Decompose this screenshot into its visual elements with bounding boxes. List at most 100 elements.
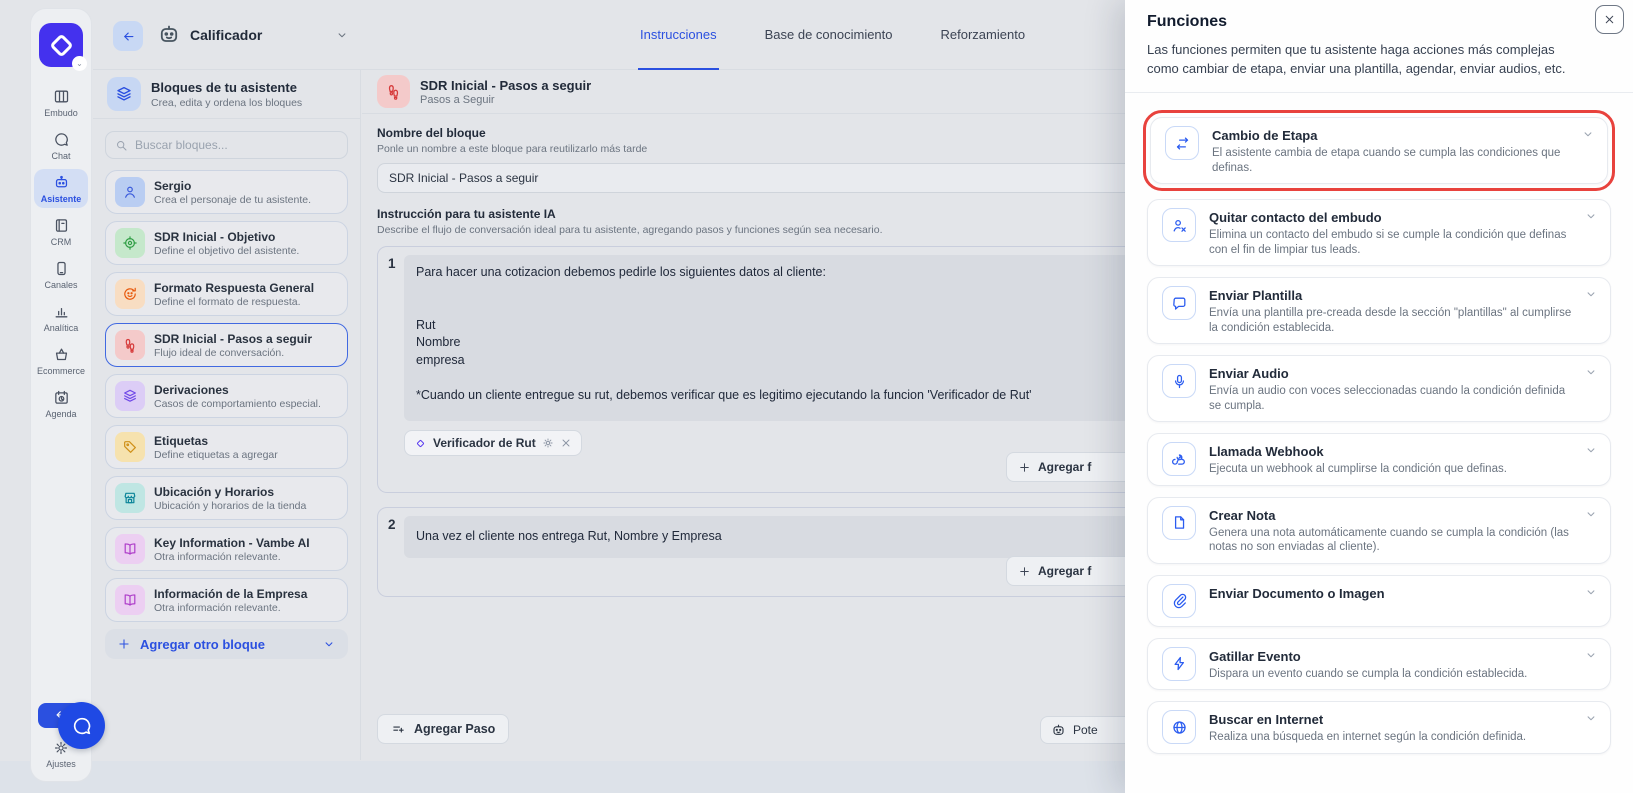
block-title: Etiquetas xyxy=(154,434,278,448)
function-description: Envía un audio con voces seleccionadas c… xyxy=(1209,384,1574,413)
block-description: Casos de comportamiento especial. xyxy=(154,398,321,410)
add-function-button[interactable]: Agregar f xyxy=(1006,556,1138,586)
tag-icon xyxy=(115,432,145,462)
function-item-buscar-en-internet[interactable]: Buscar en Internet Realiza una búsqueda … xyxy=(1147,701,1611,754)
support-chat-fab[interactable] xyxy=(58,702,105,749)
microphone-icon xyxy=(1162,364,1196,398)
function-item-gatillar-evento[interactable]: Gatillar Evento Dispara un evento cuando… xyxy=(1147,638,1611,691)
left-icon-rail: ⌄ Embudo Chat Asistente CRM Canales Anal… xyxy=(30,8,92,782)
block-card-sdr-inicial-pasos-a-seguir[interactable]: SDR Inicial - Pasos a seguir Flujo ideal… xyxy=(105,323,348,367)
function-item-quitar-contacto-del-embudo[interactable]: Quitar contacto del embudo Elimina un co… xyxy=(1147,199,1611,266)
block-card-informacion-de-la-empresa[interactable]: Información de la Empresa Otra informaci… xyxy=(105,578,348,622)
function-chip-verificador-de-rut[interactable]: Verificador de Rut xyxy=(404,430,582,456)
sidebar-item-label: Ecommerce xyxy=(37,366,85,376)
chevron-down-icon xyxy=(1584,287,1598,301)
editor-header: SDR Inicial - Pasos a seguir Pasos a Seg… xyxy=(362,70,1162,114)
function-title: Enviar Plantilla xyxy=(1209,288,1574,303)
paperclip-icon xyxy=(1162,584,1196,618)
sidebar-item-label: Agenda xyxy=(45,409,76,419)
person-x-icon xyxy=(1162,208,1196,242)
logo-badge-chevron-icon: ⌄ xyxy=(72,56,87,71)
sidebar-item-analitica[interactable]: Analítica xyxy=(34,298,88,337)
chevron-down-icon xyxy=(1584,209,1598,223)
function-description: Ejecuta un webhook al cumplirse la condi… xyxy=(1209,462,1574,477)
sidebar-item-label: Embudo xyxy=(44,108,78,118)
function-title: Crear Nota xyxy=(1209,508,1574,523)
app-logo[interactable]: ⌄ xyxy=(39,23,83,67)
block-description: Define el objetivo del asistente. xyxy=(154,245,299,257)
document-icon xyxy=(1162,506,1196,540)
step-number: 2 xyxy=(388,517,396,532)
functions-panel: Funciones Las funciones permiten que tu … xyxy=(1125,0,1633,793)
block-card-key-information-vambe-ai[interactable]: Key Information - Vambe AI Otra informac… xyxy=(105,527,348,571)
tab-reforzamiento[interactable]: Reforzamiento xyxy=(939,0,1028,70)
back-button[interactable] xyxy=(113,21,143,51)
function-item-enviar-documento-o-imagen[interactable]: Enviar Documento o Imagen xyxy=(1147,575,1611,627)
layers-icon xyxy=(107,77,141,111)
gear-icon[interactable] xyxy=(542,437,554,449)
close-icon[interactable] xyxy=(560,437,572,449)
close-panel-button[interactable] xyxy=(1595,5,1624,34)
crm-book-icon xyxy=(53,217,70,234)
function-description: Realiza una búsqueda en internet según l… xyxy=(1209,730,1574,745)
name-hint: Ponle un nombre a este bloque para reuti… xyxy=(377,143,1147,155)
tab-instrucciones[interactable]: Instrucciones xyxy=(638,0,719,70)
sidebar-item-canales[interactable]: Canales xyxy=(34,255,88,294)
sidebar-item-asistente[interactable]: Asistente xyxy=(34,169,88,208)
add-step-button[interactable]: Agregar Paso xyxy=(377,714,509,744)
top-header: Calificador Instrucciones Base de conocim… xyxy=(93,0,1125,70)
sidebar-item-ecommerce[interactable]: Ecommerce xyxy=(34,341,88,380)
block-title: Derivaciones xyxy=(154,383,321,397)
block-card-formato-respuesta-general[interactable]: Formato Respuesta General Define el form… xyxy=(105,272,348,316)
robot-icon xyxy=(53,174,70,191)
assistant-name: Calificador xyxy=(190,27,262,43)
tab-base-de-conocimiento[interactable]: Base de conocimiento xyxy=(763,0,895,70)
add-function-button[interactable]: Agregar f xyxy=(1006,452,1138,482)
block-card-sdr-inicial-objetivo[interactable]: SDR Inicial - Objetivo Define el objetiv… xyxy=(105,221,348,265)
function-item-enviar-audio[interactable]: Enviar Audio Envía un audio con voces se… xyxy=(1147,355,1611,422)
block-search[interactable] xyxy=(105,131,348,159)
function-description: Dispara un evento cuando se cumpla la co… xyxy=(1209,667,1574,682)
block-card-etiquetas[interactable]: Etiquetas Define etiquetas a agregar xyxy=(105,425,348,469)
block-description: Define etiquetas a agregar xyxy=(154,449,278,461)
footprints-icon xyxy=(377,75,410,108)
chevron-down-icon xyxy=(1584,443,1598,457)
function-item-crear-nota[interactable]: Crear Nota Genera una nota automáticamen… xyxy=(1147,497,1611,564)
block-card-derivaciones[interactable]: Derivaciones Casos de comportamiento esp… xyxy=(105,374,348,418)
tab-label: Reforzamiento xyxy=(941,27,1026,42)
function-item-enviar-plantilla[interactable]: Enviar Plantilla Envía una plantilla pre… xyxy=(1147,277,1611,344)
assistant-selector[interactable]: Calificador xyxy=(157,23,349,47)
step-text-input[interactable]: Para hacer una cotizacion debemos pedirl… xyxy=(404,255,1138,421)
sidebar-item-crm[interactable]: CRM xyxy=(34,212,88,251)
sidebar-item-embudo[interactable]: Embudo xyxy=(34,83,88,122)
chevron-down-icon xyxy=(335,28,349,42)
block-description: Ubicación y horarios de la tienda xyxy=(154,500,306,512)
function-title: Enviar Documento o Imagen xyxy=(1209,586,1574,601)
basket-icon xyxy=(53,346,70,363)
function-description: El asistente cambia de etapa cuando se c… xyxy=(1212,146,1571,175)
step-card-2: 2 Una vez el cliente nos entrega Rut, No… xyxy=(377,507,1147,597)
sidebar-item-agenda[interactable]: Agenda xyxy=(34,384,88,423)
block-title: Sergio xyxy=(154,179,311,193)
blocks-panel: Bloques de tu asistente Crea, edita y or… xyxy=(93,70,361,760)
block-name-input[interactable] xyxy=(377,163,1147,193)
add-block-button[interactable]: Agregar otro bloque xyxy=(105,629,348,659)
chevron-down-icon xyxy=(1584,648,1598,662)
functions-description: Las funciones permiten que tu asistente … xyxy=(1147,40,1587,78)
block-search-input[interactable] xyxy=(135,138,338,152)
function-title: Cambio de Etapa xyxy=(1212,128,1571,143)
block-card-ubicacion-y-horarios[interactable]: Ubicación y Horarios Ubicación y horario… xyxy=(105,476,348,520)
step-text-input[interactable]: Una vez el cliente nos entrega Rut, Nomb… xyxy=(404,516,1138,558)
rail-nav: Embudo Chat Asistente CRM Canales Analít… xyxy=(31,83,91,423)
block-card-sergio[interactable]: Sergio Crea el personaje de tu asistente… xyxy=(105,170,348,214)
function-item-cambio-de-etapa[interactable]: Cambio de Etapa El asistente cambia de e… xyxy=(1150,117,1608,184)
step-card-1: 1 Para hacer una cotizacion debemos pedi… xyxy=(377,246,1147,493)
function-item-llamada-webhook[interactable]: Llamada Webhook Ejecuta un webhook al cu… xyxy=(1147,433,1611,486)
tab-label: Instrucciones xyxy=(640,27,717,42)
sidebar-item-chat[interactable]: Chat xyxy=(34,126,88,165)
ajustes-label: Ajustes xyxy=(46,759,76,769)
lightning-icon xyxy=(1162,647,1196,681)
add-step-label: Agregar Paso xyxy=(414,722,495,736)
sidebar-item-label: CRM xyxy=(51,237,72,247)
logo-diamond-icon xyxy=(49,33,73,57)
